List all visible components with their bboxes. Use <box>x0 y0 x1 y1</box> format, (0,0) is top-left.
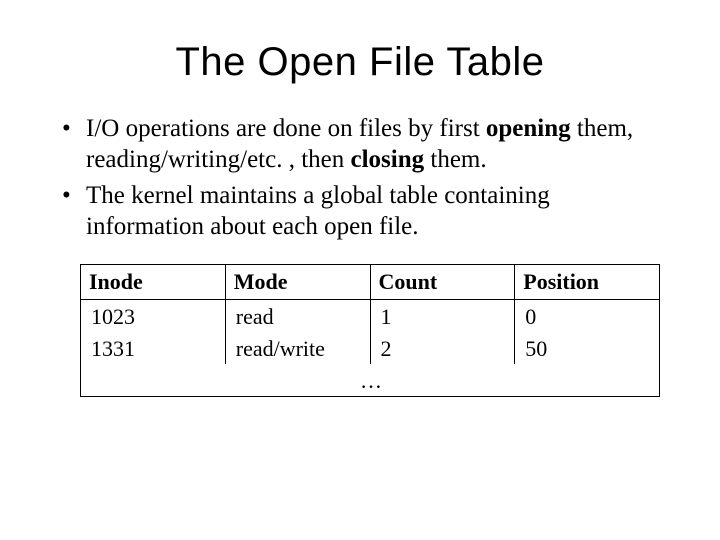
col-position: Position <box>515 265 660 300</box>
bullet-strong-opening: opening <box>486 115 571 142</box>
bullet-text: them. <box>424 146 487 173</box>
cell-count: 2 <box>370 332 515 364</box>
cell-mode: read <box>225 300 370 333</box>
table-row: 1023 read 1 0 <box>81 300 660 333</box>
bullet-list: I/O operations are done on files by firs… <box>60 113 660 242</box>
cell-inode: 1023 <box>81 300 226 333</box>
col-count: Count <box>370 265 515 300</box>
slide: The Open File Table I/O operations are d… <box>0 0 720 540</box>
table-row: 1331 read/write 2 50 <box>81 332 660 364</box>
bullet-item: The kernel maintains a global table cont… <box>60 180 660 243</box>
bullet-text: I/O operations are done on files by firs… <box>86 115 486 142</box>
cell-position: 50 <box>515 332 660 364</box>
cell-inode: 1331 <box>81 332 226 364</box>
bullet-strong-closing: closing <box>351 146 425 173</box>
cell-mode: read/write <box>225 332 370 364</box>
cell-count: 1 <box>370 300 515 333</box>
table-ellipsis-row: … <box>81 364 660 397</box>
table-header-row: Inode Mode Count Position <box>81 265 660 300</box>
slide-title: The Open File Table <box>60 40 660 85</box>
table-ellipsis: … <box>81 364 660 397</box>
bullet-text: The kernel maintains a global table cont… <box>86 182 550 240</box>
bullet-item: I/O operations are done on files by firs… <box>60 113 660 176</box>
open-file-table: Inode Mode Count Position 1023 read 1 0 … <box>80 264 660 397</box>
col-mode: Mode <box>225 265 370 300</box>
cell-position: 0 <box>515 300 660 333</box>
col-inode: Inode <box>81 265 226 300</box>
